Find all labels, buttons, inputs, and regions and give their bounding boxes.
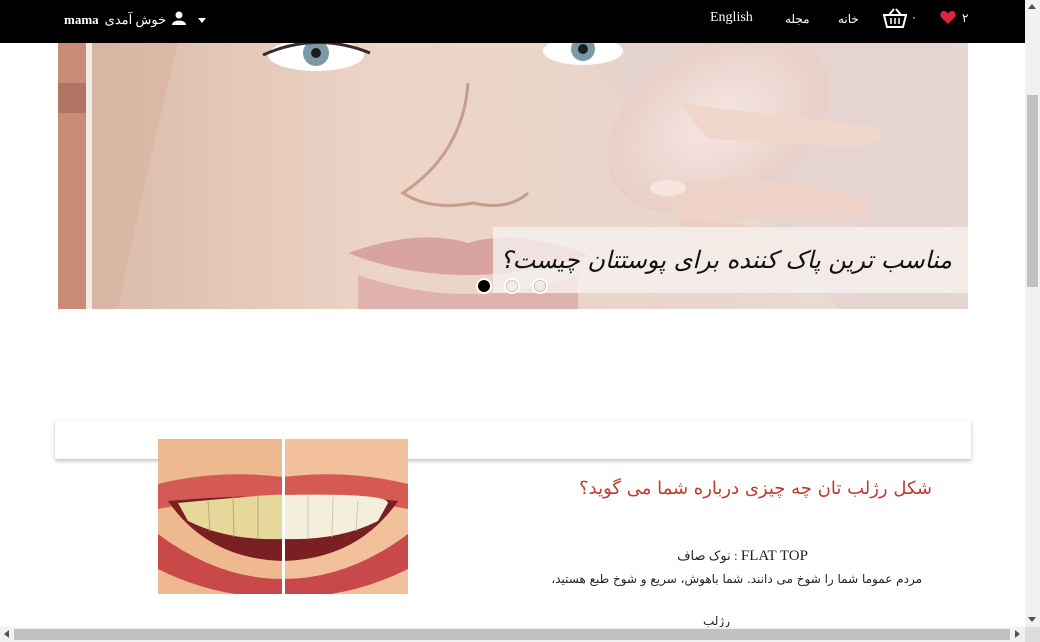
scroll-down-icon[interactable] [1028,617,1036,622]
hero-caption[interactable]: مناسب ترین پاک کننده برای پوستتان چیست؟ [493,227,968,293]
favorites-button[interactable]: ۲ [940,9,968,28]
slider-dot-3[interactable] [532,278,548,294]
scrollbar-corner [1025,627,1040,642]
article-description: مردم عموما شما را شوخ می دانند. شما باهو… [551,572,922,586]
article-title-link[interactable]: شکل رژلب تان چه چیزی درباره شما می گوید؟ [500,478,932,499]
user-menu[interactable]: mama خوش آمدی [64,10,207,30]
cart-count: ۰ [911,10,917,24]
heart-icon [940,9,956,28]
slider-dots [476,278,548,294]
basket-icon [882,8,908,32]
top-navbar: mama خوش آمدی English مجله خانه ۰ ۲ [0,0,1025,43]
nav-home-link[interactable]: خانه [838,12,859,27]
username: mama [64,12,99,27]
cart-button[interactable]: ۰ [882,8,917,32]
vertical-scroll-thumb[interactable] [1027,95,1038,287]
article-flat-top: FLAT TOP : نوک صاف [560,548,808,565]
slider-dot-1[interactable] [476,278,492,294]
chevron-down-icon [198,17,207,23]
article-image[interactable] [158,439,408,594]
favorites-count: ۲ [962,11,969,25]
horizontal-scroll-thumb[interactable] [14,629,1010,640]
scroll-up-icon[interactable] [1028,4,1036,9]
user-icon [172,11,187,29]
vertical-scrollbar[interactable] [1025,0,1040,642]
scroll-right-icon[interactable] [1015,630,1020,638]
flat-top-label-fa: : نوک صاف [677,548,738,563]
slider-dot-2[interactable] [504,278,520,294]
hero-slider[interactable]: مناسب ترین پاک کننده برای پوستتان چیست؟ [58,43,968,309]
language-english-link[interactable]: English [710,10,753,26]
flat-top-label-en: FLAT TOP [740,548,808,564]
horizontal-scrollbar[interactable] [0,627,1025,642]
scroll-left-icon[interactable] [4,630,9,638]
welcome-text: خوش آمدی [104,12,167,27]
article-next-heading: رژلب [702,614,730,628]
nav-magazine-link[interactable]: مجله [785,12,810,27]
